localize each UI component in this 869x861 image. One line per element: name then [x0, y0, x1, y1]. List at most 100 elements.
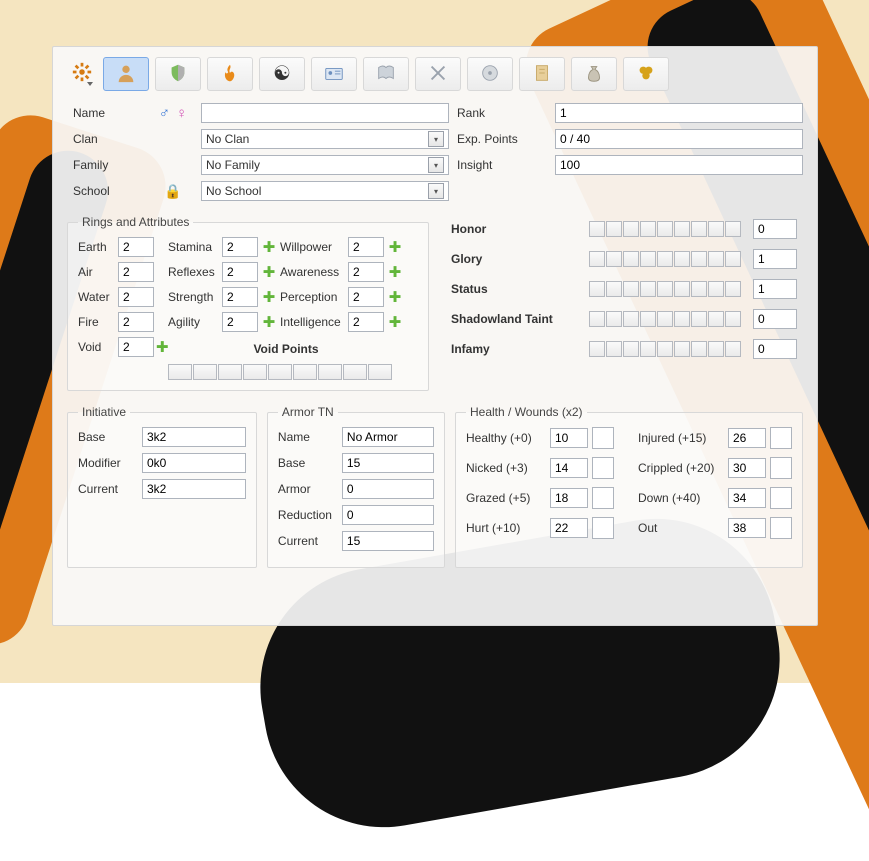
fire-input[interactable]	[118, 312, 154, 332]
void-input[interactable]	[118, 337, 154, 357]
tab-weapons[interactable]	[415, 57, 461, 91]
reflexes-plus[interactable]: ✚	[260, 263, 278, 281]
armor-name-label: Name	[278, 430, 336, 444]
gender-female-icon[interactable]: ♀	[176, 105, 187, 122]
armor-cur-input[interactable]	[342, 531, 434, 551]
hurt-input[interactable]	[550, 518, 588, 538]
tab-void[interactable]: ☯	[259, 57, 305, 91]
gender-male-icon[interactable]: ♂	[159, 105, 170, 122]
awareness-plus[interactable]: ✚	[386, 263, 404, 281]
flame-icon	[219, 62, 241, 87]
crippled-mark[interactable]	[770, 457, 792, 479]
down-mark[interactable]	[770, 487, 792, 509]
armor-armor-input[interactable]	[342, 479, 434, 499]
water-input[interactable]	[118, 287, 154, 307]
nicked-mark[interactable]	[592, 457, 614, 479]
identity-section: Name ♂ ♀ Rank Clan No Clan▾ Exp. Points …	[73, 103, 803, 201]
reflexes-input[interactable]	[222, 262, 258, 282]
healthy-input[interactable]	[550, 428, 588, 448]
injured-mark[interactable]	[770, 427, 792, 449]
glory-label: Glory	[451, 252, 581, 266]
school-select[interactable]: No School▾	[201, 181, 449, 201]
agility-input[interactable]	[222, 312, 258, 332]
tab-money[interactable]	[571, 57, 617, 91]
glory-value[interactable]	[753, 249, 797, 269]
armor-red-input[interactable]	[342, 505, 434, 525]
init-cur-input[interactable]	[142, 479, 246, 499]
injured-label: Injured (+15)	[638, 431, 724, 445]
init-mod-input[interactable]	[142, 453, 246, 473]
willpower-input[interactable]	[348, 237, 384, 257]
out-input[interactable]	[728, 518, 766, 538]
perception-label: Perception	[280, 290, 346, 304]
tab-skills[interactable]	[155, 57, 201, 91]
out-mark[interactable]	[770, 517, 792, 539]
tab-notes[interactable]	[363, 57, 409, 91]
healthy-mark[interactable]	[592, 427, 614, 449]
glory-track[interactable]	[589, 251, 745, 267]
insight-input[interactable]	[555, 155, 803, 175]
void-points-track[interactable]	[156, 364, 404, 380]
crippled-input[interactable]	[728, 458, 766, 478]
initiative-box: Initiative Base Modifier Current	[67, 405, 257, 568]
rank-input[interactable]	[555, 103, 803, 123]
strength-input[interactable]	[222, 287, 258, 307]
name-input[interactable]	[201, 103, 449, 123]
clan-select[interactable]: No Clan▾	[201, 129, 449, 149]
infamy-track[interactable]	[589, 341, 745, 357]
infamy-value[interactable]	[753, 339, 797, 359]
stamina-label: Stamina	[168, 240, 220, 254]
status-label: Status	[451, 282, 581, 296]
nicked-label: Nicked (+3)	[466, 461, 546, 475]
perception-plus[interactable]: ✚	[386, 288, 404, 306]
swords-icon	[427, 62, 449, 87]
init-cur-label: Current	[78, 482, 136, 496]
grazed-mark[interactable]	[592, 487, 614, 509]
willpower-plus[interactable]: ✚	[386, 238, 404, 256]
grazed-input[interactable]	[550, 488, 588, 508]
honor-track[interactable]	[589, 221, 745, 237]
taint-value[interactable]	[753, 309, 797, 329]
healthy-label: Healthy (+0)	[466, 431, 546, 445]
intelligence-plus[interactable]: ✚	[386, 313, 404, 331]
lock-icon[interactable]: 🔒	[153, 183, 193, 200]
stamina-plus[interactable]: ✚	[260, 238, 278, 256]
honor-value[interactable]	[753, 219, 797, 239]
perception-input[interactable]	[348, 287, 384, 307]
awareness-input[interactable]	[348, 262, 384, 282]
awareness-label: Awareness	[280, 265, 346, 279]
earth-input[interactable]	[118, 237, 154, 257]
void-plus[interactable]: ✚	[156, 338, 166, 356]
injured-input[interactable]	[728, 428, 766, 448]
willpower-label: Willpower	[280, 240, 346, 254]
status-track[interactable]	[589, 281, 745, 297]
strength-plus[interactable]: ✚	[260, 288, 278, 306]
intelligence-input[interactable]	[348, 312, 384, 332]
down-input[interactable]	[728, 488, 766, 508]
crippled-label: Crippled (+20)	[638, 461, 724, 475]
disc-icon	[479, 62, 501, 87]
family-select[interactable]: No Family▾	[201, 155, 449, 175]
strength-label: Strength	[168, 290, 220, 304]
armor-base-input[interactable]	[342, 453, 434, 473]
tab-scrolls[interactable]	[519, 57, 565, 91]
air-input[interactable]	[118, 262, 154, 282]
stamina-input[interactable]	[222, 237, 258, 257]
tab-character[interactable]	[103, 57, 149, 91]
init-base-input[interactable]	[142, 427, 246, 447]
armor-name-input[interactable]	[342, 427, 434, 447]
agility-plus[interactable]: ✚	[260, 313, 278, 331]
settings-button[interactable]	[67, 57, 97, 89]
tab-disc[interactable]	[467, 57, 513, 91]
tab-rings[interactable]	[623, 57, 669, 91]
nicked-input[interactable]	[550, 458, 588, 478]
hurt-mark[interactable]	[592, 517, 614, 539]
exp-input[interactable]	[555, 129, 803, 149]
status-value[interactable]	[753, 279, 797, 299]
grazed-label: Grazed (+5)	[466, 491, 546, 505]
reflexes-label: Reflexes	[168, 265, 220, 279]
init-base-label: Base	[78, 430, 136, 444]
tab-identity[interactable]	[311, 57, 357, 91]
tab-spells[interactable]	[207, 57, 253, 91]
taint-track[interactable]	[589, 311, 745, 327]
